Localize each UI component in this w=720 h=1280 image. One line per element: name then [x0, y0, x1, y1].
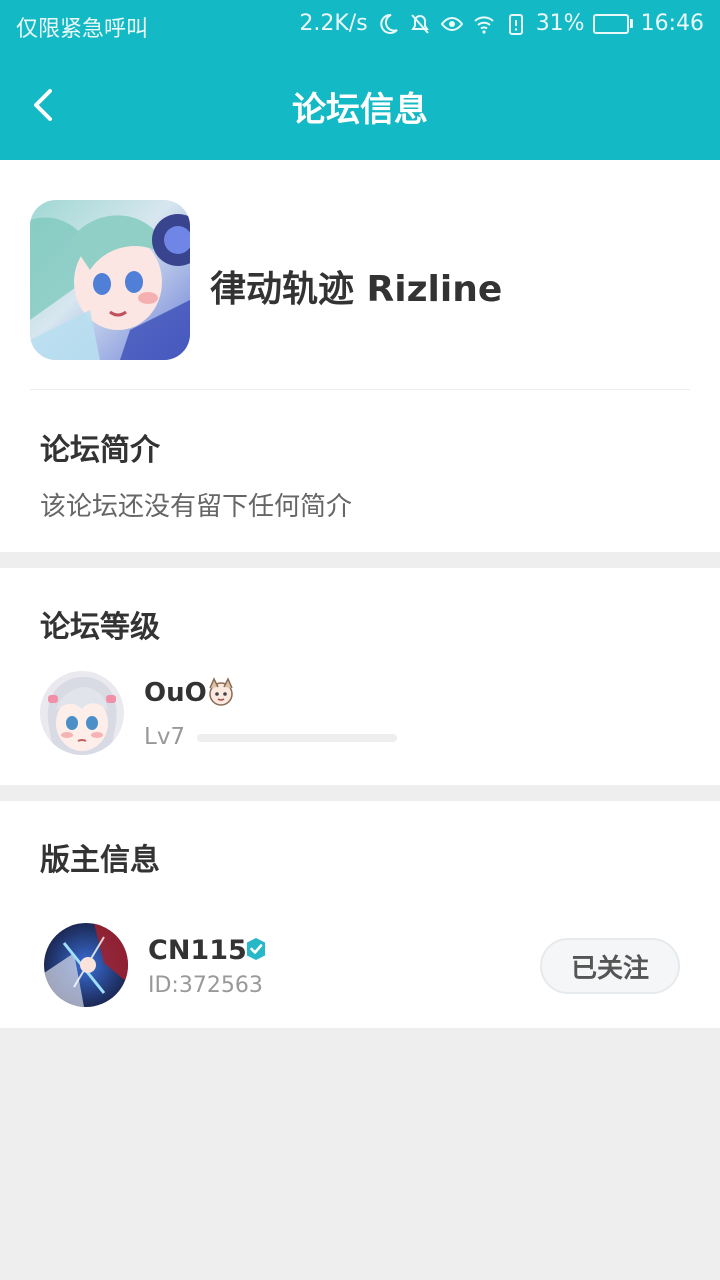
forum-info-panel: 律动轨迹 Rizline 论坛简介 该论坛还没有留下任何简介	[0, 160, 720, 552]
page-title: 论坛信息	[292, 90, 428, 130]
forum-icon	[30, 200, 190, 360]
carrier-text: 仅限紧急呼叫	[16, 17, 149, 42]
forum-name: 律动轨迹 Rizline	[210, 269, 503, 310]
forum-level-title: 论坛等级	[40, 610, 160, 645]
status-icons: 2.2K/s 31% 16:46	[299, 11, 704, 36]
verified-icon	[244, 937, 268, 961]
forum-intro-text: 该论坛还没有留下任何简介	[40, 492, 353, 522]
user-name: OuO	[144, 678, 207, 708]
moderator-title: 版主信息	[40, 843, 160, 878]
forum-intro-title: 论坛简介	[40, 433, 160, 468]
eye-icon	[440, 16, 463, 31]
app-header: 论坛信息	[0, 50, 720, 160]
level-progress-bar	[197, 734, 397, 742]
divider	[30, 389, 690, 390]
battery-alert-icon	[508, 13, 523, 35]
clock: 16:46	[640, 11, 704, 36]
status-bar: 仅限紧急呼叫 2.2K/s 31% 16:46	[0, 0, 720, 50]
moderator-name[interactable]: CN115	[148, 935, 247, 966]
mute-icon	[410, 13, 429, 34]
battery-icon	[592, 13, 633, 34]
moderator-id: ID:372563	[148, 973, 263, 998]
moderator-panel: 版主信息 CN115 ID:372563 已关注	[0, 801, 720, 1028]
battery-percent: 31%	[535, 11, 585, 36]
moderator-avatar[interactable]	[44, 923, 128, 1007]
wifi-icon	[473, 15, 494, 34]
forum-level-panel: 论坛等级 OuO Lv7	[0, 568, 720, 785]
avatar[interactable]	[40, 671, 124, 755]
moon-icon	[380, 13, 398, 34]
follow-button[interactable]: 已关注	[540, 938, 680, 994]
network-speed: 2.2K/s	[299, 11, 368, 36]
level-label: Lv7	[144, 724, 186, 750]
user-badge-icon	[204, 676, 238, 710]
